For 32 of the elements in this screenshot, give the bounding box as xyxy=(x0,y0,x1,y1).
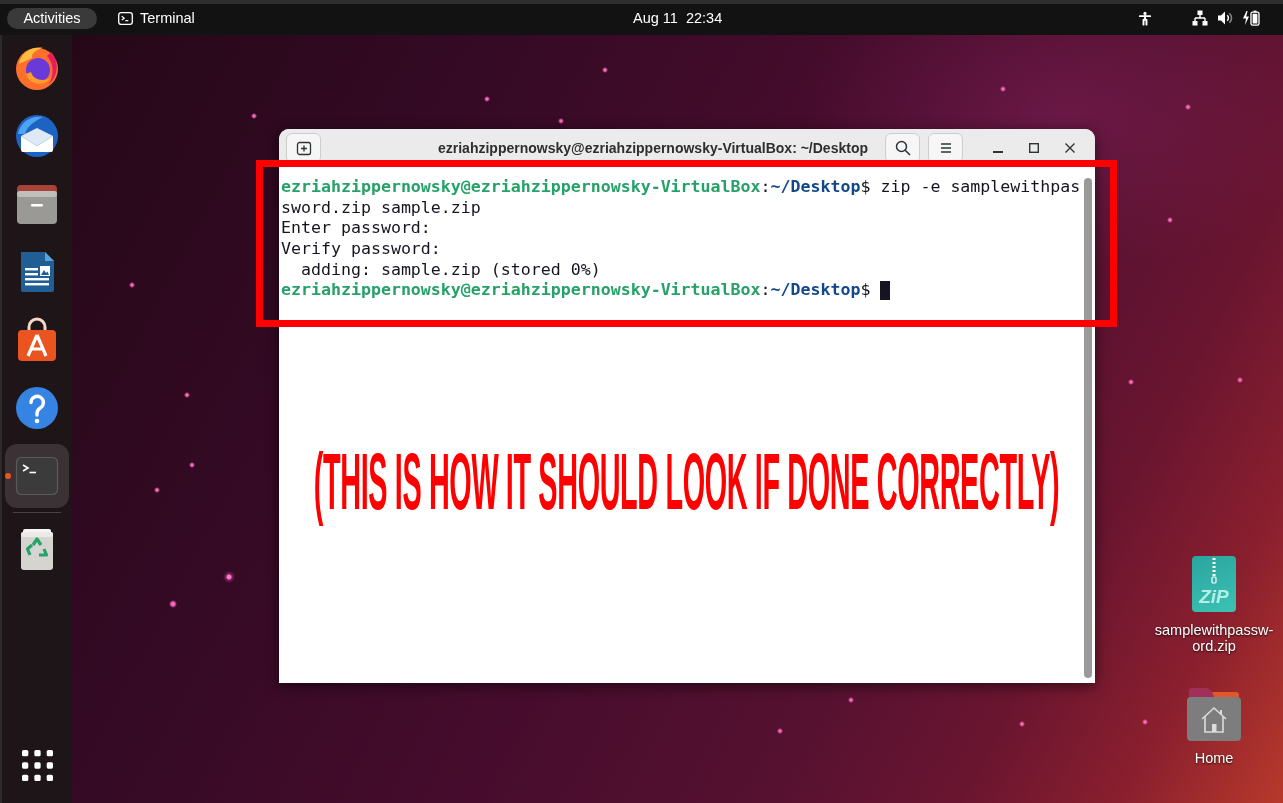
new-tab-button[interactable] xyxy=(286,132,321,163)
clock-button[interactable]: Aug 11 22:34 xyxy=(633,10,723,26)
search-button[interactable] xyxy=(885,132,920,163)
volume-icon[interactable] xyxy=(1217,10,1233,26)
terminal-line: adding: sample.zip (stored 0%) xyxy=(299,259,601,281)
terminal-line: Enter password: xyxy=(281,218,431,240)
terminal-line: Verify password: xyxy=(281,239,441,260)
terminal-line: sword.zip sample.zip xyxy=(281,197,481,219)
file-name-label[interactable]: Home xyxy=(1194,750,1234,766)
file-name-label[interactable]: samplewithpassw-ord.zip xyxy=(1152,622,1276,654)
envelope-icon xyxy=(13,112,61,160)
close-icon xyxy=(1065,142,1075,153)
file-type-text: ZiP xyxy=(1199,586,1229,608)
network-icon[interactable] xyxy=(1192,10,1208,26)
home-folder-icon[interactable] xyxy=(1186,687,1242,741)
terminal-icon xyxy=(118,10,133,26)
accessibility-icon[interactable] xyxy=(1138,10,1152,26)
terminal-line: ezriahzippernowsky@ezriahzippernowsky-VirtualBox:~/Desktop$ zip -e samplewithpas xyxy=(281,177,1081,198)
help-icon xyxy=(13,384,61,432)
app-grid-icon xyxy=(21,749,53,781)
terminal-line: ezriahzippernowsky@ezriahzippernowsky-VirtualBox:~/Desktop$ xyxy=(281,280,872,302)
tab-plus-icon xyxy=(295,139,312,156)
app-menu-button[interactable]: Terminal xyxy=(118,10,195,26)
search-icon xyxy=(894,139,911,156)
zipper-icon xyxy=(1211,558,1217,584)
menu-button[interactable] xyxy=(928,132,963,163)
window-title: ezriahzippernowsky@ezriahzippernowsky-VirtualBox: ~/Desktop xyxy=(437,139,869,156)
minimize-icon xyxy=(993,150,1003,153)
battery-icon[interactable] xyxy=(1242,10,1260,26)
scrollbar-thumb[interactable] xyxy=(1084,178,1092,678)
maximize-icon xyxy=(1029,142,1039,153)
activities-button[interactable]: Activities xyxy=(7,7,97,29)
